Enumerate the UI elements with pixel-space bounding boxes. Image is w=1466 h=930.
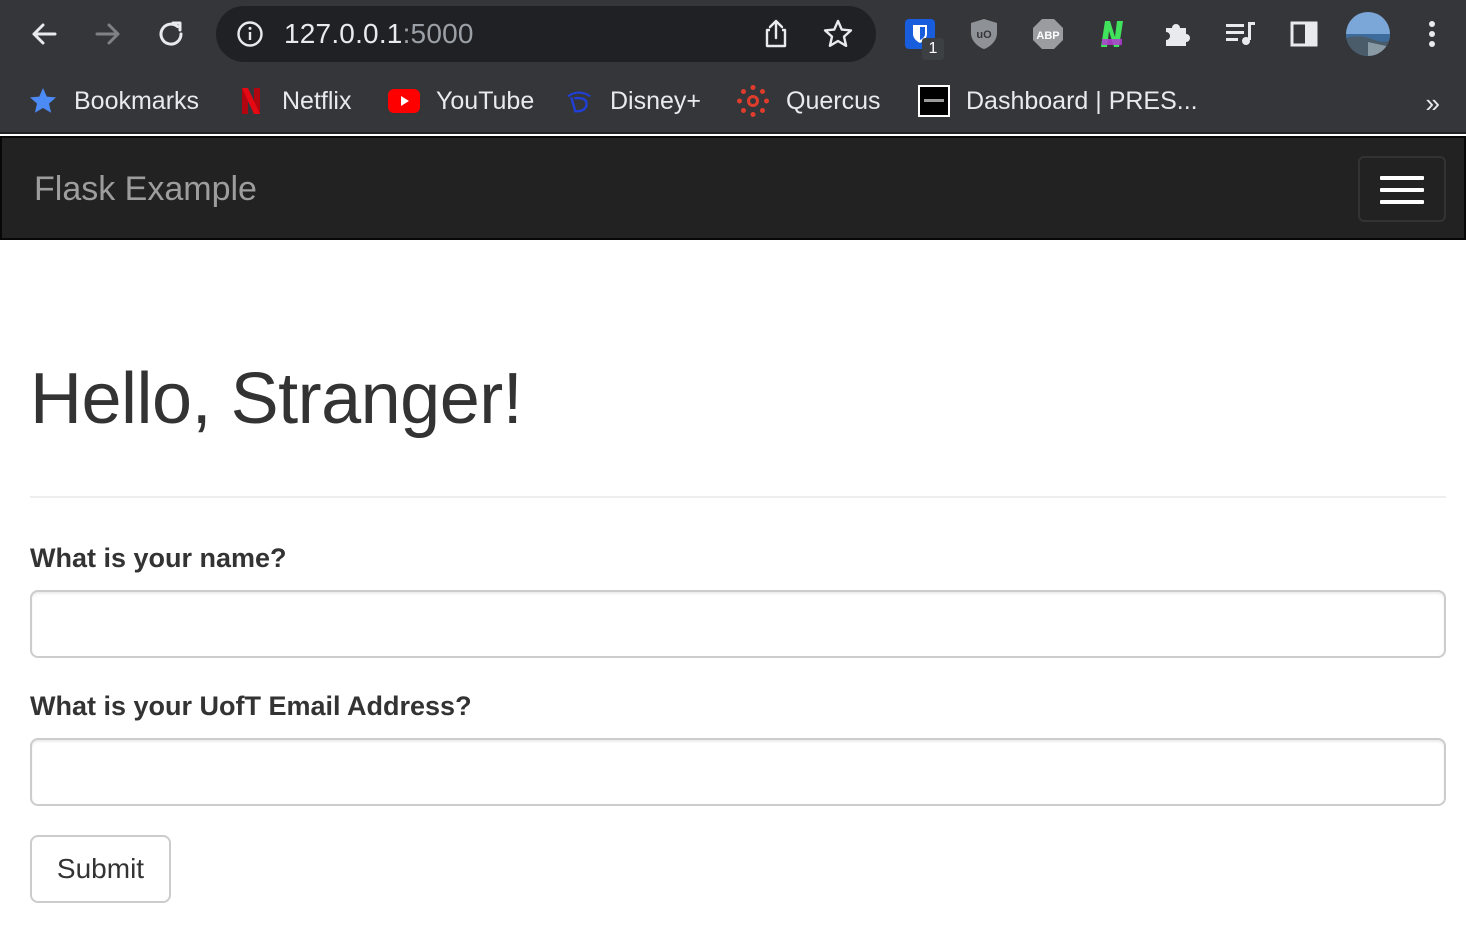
extensions-button[interactable]: [1156, 14, 1196, 54]
bookmark-bookmarks[interactable]: Bookmarks: [28, 84, 199, 118]
side-panel-button[interactable]: [1284, 14, 1324, 54]
bookmark-label: Disney+: [610, 86, 702, 115]
ublock-icon: uO: [971, 19, 997, 49]
n-logo-icon: [1101, 21, 1123, 47]
page-header-divider: [30, 496, 1446, 498]
browser-toolbar: 127.0.0.1:5000 1 uO ABP: [0, 0, 1466, 68]
bookmark-star-icon[interactable]: [822, 18, 854, 50]
arrow-left-icon: [32, 23, 57, 45]
email-field[interactable]: [30, 738, 1446, 806]
bookmark-label: Netflix: [282, 86, 352, 115]
playlist-music-icon: [1226, 22, 1255, 45]
side-panel-icon: [1290, 21, 1318, 47]
media-control-button[interactable]: [1220, 14, 1260, 54]
bookmark-youtube[interactable]: YouTube: [388, 84, 534, 118]
reload-icon: [159, 21, 183, 46]
reload-button[interactable]: [150, 12, 194, 56]
navbar: Flask Example: [0, 136, 1466, 240]
url-text[interactable]: 127.0.0.1:5000: [284, 20, 474, 48]
url-port: :5000: [402, 18, 474, 49]
netflix-icon: [236, 86, 266, 116]
bookmarks-bar: Bookmarks Netflix YouTube Disney+ Quercu…: [0, 68, 1466, 134]
name-field[interactable]: [30, 590, 1446, 658]
more-vertical-icon: [1429, 21, 1435, 47]
puzzle-icon: [1166, 24, 1190, 46]
dashboard-icon: [918, 85, 950, 117]
star-icon: [28, 86, 58, 116]
youtube-icon: [388, 86, 420, 116]
bookmark-disney[interactable]: Disney+: [564, 84, 701, 118]
bookmark-label: YouTube: [436, 86, 535, 115]
share-icon[interactable]: [760, 18, 792, 50]
disney-icon: [564, 86, 594, 116]
navbar-toggle-button[interactable]: [1358, 156, 1446, 222]
name-label: What is your name?: [30, 543, 287, 573]
bookmark-label: Quercus: [786, 86, 881, 115]
bitwarden-extension[interactable]: 1: [900, 14, 944, 60]
bookmark-label: Dashboard | PRES...: [966, 86, 1198, 115]
navbar-brand[interactable]: Flask Example: [34, 170, 257, 209]
svg-text:uO: uO: [976, 29, 992, 41]
svg-text:ABP: ABP: [1036, 30, 1059, 42]
forward-button[interactable]: [86, 12, 130, 56]
bitwarden-badge: 1: [922, 38, 944, 60]
url-host: 127.0.0.1: [284, 18, 403, 49]
bookmark-dashboard[interactable]: Dashboard | PRES...: [918, 84, 1198, 118]
address-bar[interactable]: 127.0.0.1:5000: [216, 6, 876, 62]
ublock-extension[interactable]: uO: [964, 14, 1004, 54]
news-extension[interactable]: [1092, 14, 1132, 54]
arrow-right-icon: [95, 23, 120, 45]
submit-button[interactable]: Submit: [30, 835, 171, 903]
bookmark-quercus[interactable]: Quercus: [736, 84, 880, 118]
bookmarks-overflow-button[interactable]: »: [1426, 88, 1440, 119]
info-icon[interactable]: [236, 20, 264, 48]
adblock-plus-extension[interactable]: ABP: [1028, 14, 1068, 54]
profile-avatar-button[interactable]: [1346, 12, 1390, 56]
email-label: What is your UofT Email Address?: [30, 691, 472, 721]
page-title: Hello, Stranger!: [30, 359, 523, 439]
quercus-icon: [736, 85, 770, 117]
back-button[interactable]: [22, 12, 66, 56]
bookmark-netflix[interactable]: Netflix: [236, 84, 351, 118]
bookmark-label: Bookmarks: [74, 86, 200, 115]
avatar: [1346, 12, 1390, 56]
browser-menu-button[interactable]: [1412, 14, 1452, 54]
adblock-plus-icon: ABP: [1033, 19, 1063, 49]
